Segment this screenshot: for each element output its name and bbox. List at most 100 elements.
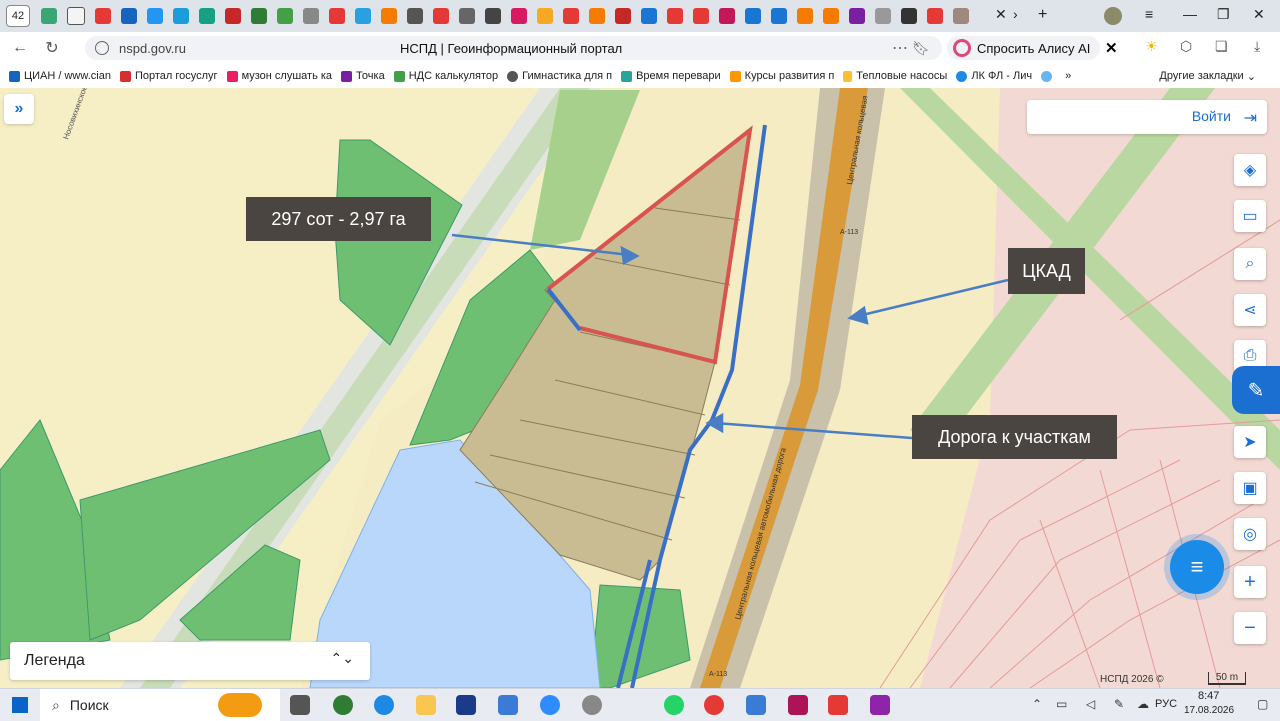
edge-icon[interactable]	[374, 695, 394, 715]
profile-avatar[interactable]	[1104, 7, 1122, 25]
tab-icon[interactable]	[95, 8, 111, 24]
tab-icon[interactable]	[901, 8, 917, 24]
zoom-icon[interactable]	[540, 695, 560, 715]
tab-icon[interactable]	[329, 8, 345, 24]
start-icon[interactable]	[12, 697, 28, 713]
expand-panel-icon[interactable]: »	[4, 94, 34, 124]
minimap-icon[interactable]: ▣	[1234, 472, 1266, 504]
tab-icon[interactable]	[667, 8, 683, 24]
tray-overflow-icon[interactable]: ⌃	[1032, 697, 1042, 711]
ruler-icon[interactable]: ▭	[1234, 200, 1266, 232]
tab-icon[interactable]	[745, 8, 761, 24]
collections-icon[interactable]: ❏	[1215, 38, 1228, 55]
clock-time[interactable]: 8:47	[1198, 690, 1219, 702]
tab-icon[interactable]	[355, 8, 371, 24]
more-icon[interactable]: ⋯	[892, 38, 908, 58]
downloads-icon[interactable]: ⤓	[1254, 38, 1260, 55]
tab-icon[interactable]	[693, 8, 709, 24]
tab-icon[interactable]	[433, 8, 449, 24]
cloud-icon[interactable]: ☁	[1137, 697, 1149, 711]
bookmark-item[interactable]: Время перевари	[621, 70, 721, 82]
bookmark-item[interactable]: Портал госуслуг	[119, 70, 218, 82]
volume-icon[interactable]: ◁	[1086, 697, 1095, 711]
maximize-icon[interactable]: ❐	[1217, 6, 1230, 23]
tab-icon-active[interactable]	[173, 8, 189, 24]
tab-icon[interactable]	[927, 8, 943, 24]
notifications-icon[interactable]: ▢	[1257, 697, 1268, 711]
clock-date[interactable]: 17.08.2026	[1184, 705, 1234, 716]
language-indicator[interactable]: РУС	[1155, 698, 1177, 710]
other-bookmarks[interactable]: Другие закладки ⌄	[1159, 70, 1256, 83]
explorer-icon[interactable]	[416, 695, 436, 715]
tab-icon[interactable]	[953, 8, 969, 24]
network-icon[interactable]: ▭	[1056, 697, 1067, 711]
tab-icon[interactable]	[641, 8, 657, 24]
new-tab-icon[interactable]: +	[1038, 6, 1047, 24]
url-field[interactable]: nspd.gov.ru НСПД | Геоинформационный пор…	[85, 36, 942, 60]
tab-icon[interactable]	[459, 8, 475, 24]
geolocation-icon[interactable]: ◎	[1234, 518, 1266, 550]
tab-icon[interactable]	[537, 8, 553, 24]
bookmark-item[interactable]: Тепловые насосы	[843, 70, 947, 82]
legend-panel[interactable]: Легенда ⌃⌄	[10, 642, 370, 680]
alice-button[interactable]: Спросить Алису AI	[947, 36, 1101, 60]
assistant-icon[interactable]: ✎	[1232, 366, 1280, 414]
pen-icon[interactable]: ✎	[1114, 697, 1124, 711]
tab-icon[interactable]	[485, 8, 501, 24]
bookmark-item[interactable]: Гимнастика для п	[507, 70, 612, 82]
tab-count-badge[interactable]: 42	[6, 5, 30, 27]
menu-icon[interactable]: ≡	[1145, 6, 1153, 22]
reload-icon[interactable]: ↻	[40, 36, 64, 60]
tab-icon[interactable]	[277, 8, 293, 24]
app-icon[interactable]	[870, 695, 890, 715]
tab-icon[interactable]	[589, 8, 605, 24]
tab-icon[interactable]	[381, 8, 397, 24]
bookmark-item[interactable]: НДС калькулятор	[393, 70, 498, 82]
app-icon[interactable]	[498, 695, 518, 715]
tab-icon[interactable]	[875, 8, 891, 24]
bookmark-item[interactable]	[1041, 70, 1056, 82]
minimize-icon[interactable]: —	[1183, 6, 1197, 22]
zoom-in-icon[interactable]: +	[1234, 566, 1266, 598]
share-icon[interactable]: ⋖	[1234, 294, 1266, 326]
tab-icon[interactable]	[225, 8, 241, 24]
tab-icon[interactable]	[407, 8, 423, 24]
tab-icon[interactable]	[251, 8, 267, 24]
zoom-out-icon[interactable]: −	[1234, 612, 1266, 644]
bookmark-item[interactable]: Курсы развития п	[729, 70, 834, 82]
app-icon[interactable]	[788, 695, 808, 715]
tab-icon[interactable]	[199, 8, 215, 24]
bookmark-item[interactable]: ЦИАН / www.cian	[9, 70, 111, 82]
tab-icon[interactable]	[849, 8, 865, 24]
task-view-icon[interactable]	[290, 695, 310, 715]
whatsapp-icon[interactable]	[664, 695, 684, 715]
tab-icon[interactable]	[67, 7, 85, 25]
extension-icon[interactable]: ✕	[1105, 39, 1118, 57]
app-icon[interactable]	[582, 695, 602, 715]
tab-icon[interactable]	[41, 8, 57, 24]
tab-icon[interactable]	[303, 8, 319, 24]
yandex-browser-icon[interactable]	[704, 695, 724, 715]
bookmark-item[interactable]: музон слушать ка	[226, 70, 332, 82]
layers-icon[interactable]: ◈	[1234, 154, 1266, 186]
extensions-icon[interactable]: ⬡	[1180, 38, 1192, 55]
bookmark-icon[interactable]: 🔖︎	[912, 40, 930, 57]
wps-icon[interactable]	[828, 695, 848, 715]
bookmarks-overflow-icon[interactable]: »	[1065, 70, 1071, 82]
tab-icon[interactable]	[563, 8, 579, 24]
app-icon[interactable]	[333, 695, 353, 715]
tab-icon[interactable]	[771, 8, 787, 24]
taskbar-search[interactable]: ⌕ Поиск	[40, 689, 280, 721]
site-info-icon[interactable]	[95, 41, 109, 55]
login-button[interactable]: Войти ⇥	[1027, 100, 1267, 134]
tab-icon[interactable]	[121, 8, 137, 24]
chat-icon[interactable]: ≡	[1170, 540, 1224, 594]
app-icon[interactable]	[456, 695, 476, 715]
back-icon[interactable]: ←	[8, 36, 32, 60]
bookmark-item[interactable]: Точка	[341, 70, 385, 82]
tab-close-icon[interactable]: ✕	[995, 6, 1007, 23]
tab-icon[interactable]	[511, 8, 527, 24]
weather-icon[interactable]: ☀	[1145, 38, 1158, 55]
search-area-icon[interactable]: ⌕	[1234, 248, 1266, 280]
map-canvas[interactable]: Центральная кольцевая Центральная кольце…	[0, 88, 1280, 688]
